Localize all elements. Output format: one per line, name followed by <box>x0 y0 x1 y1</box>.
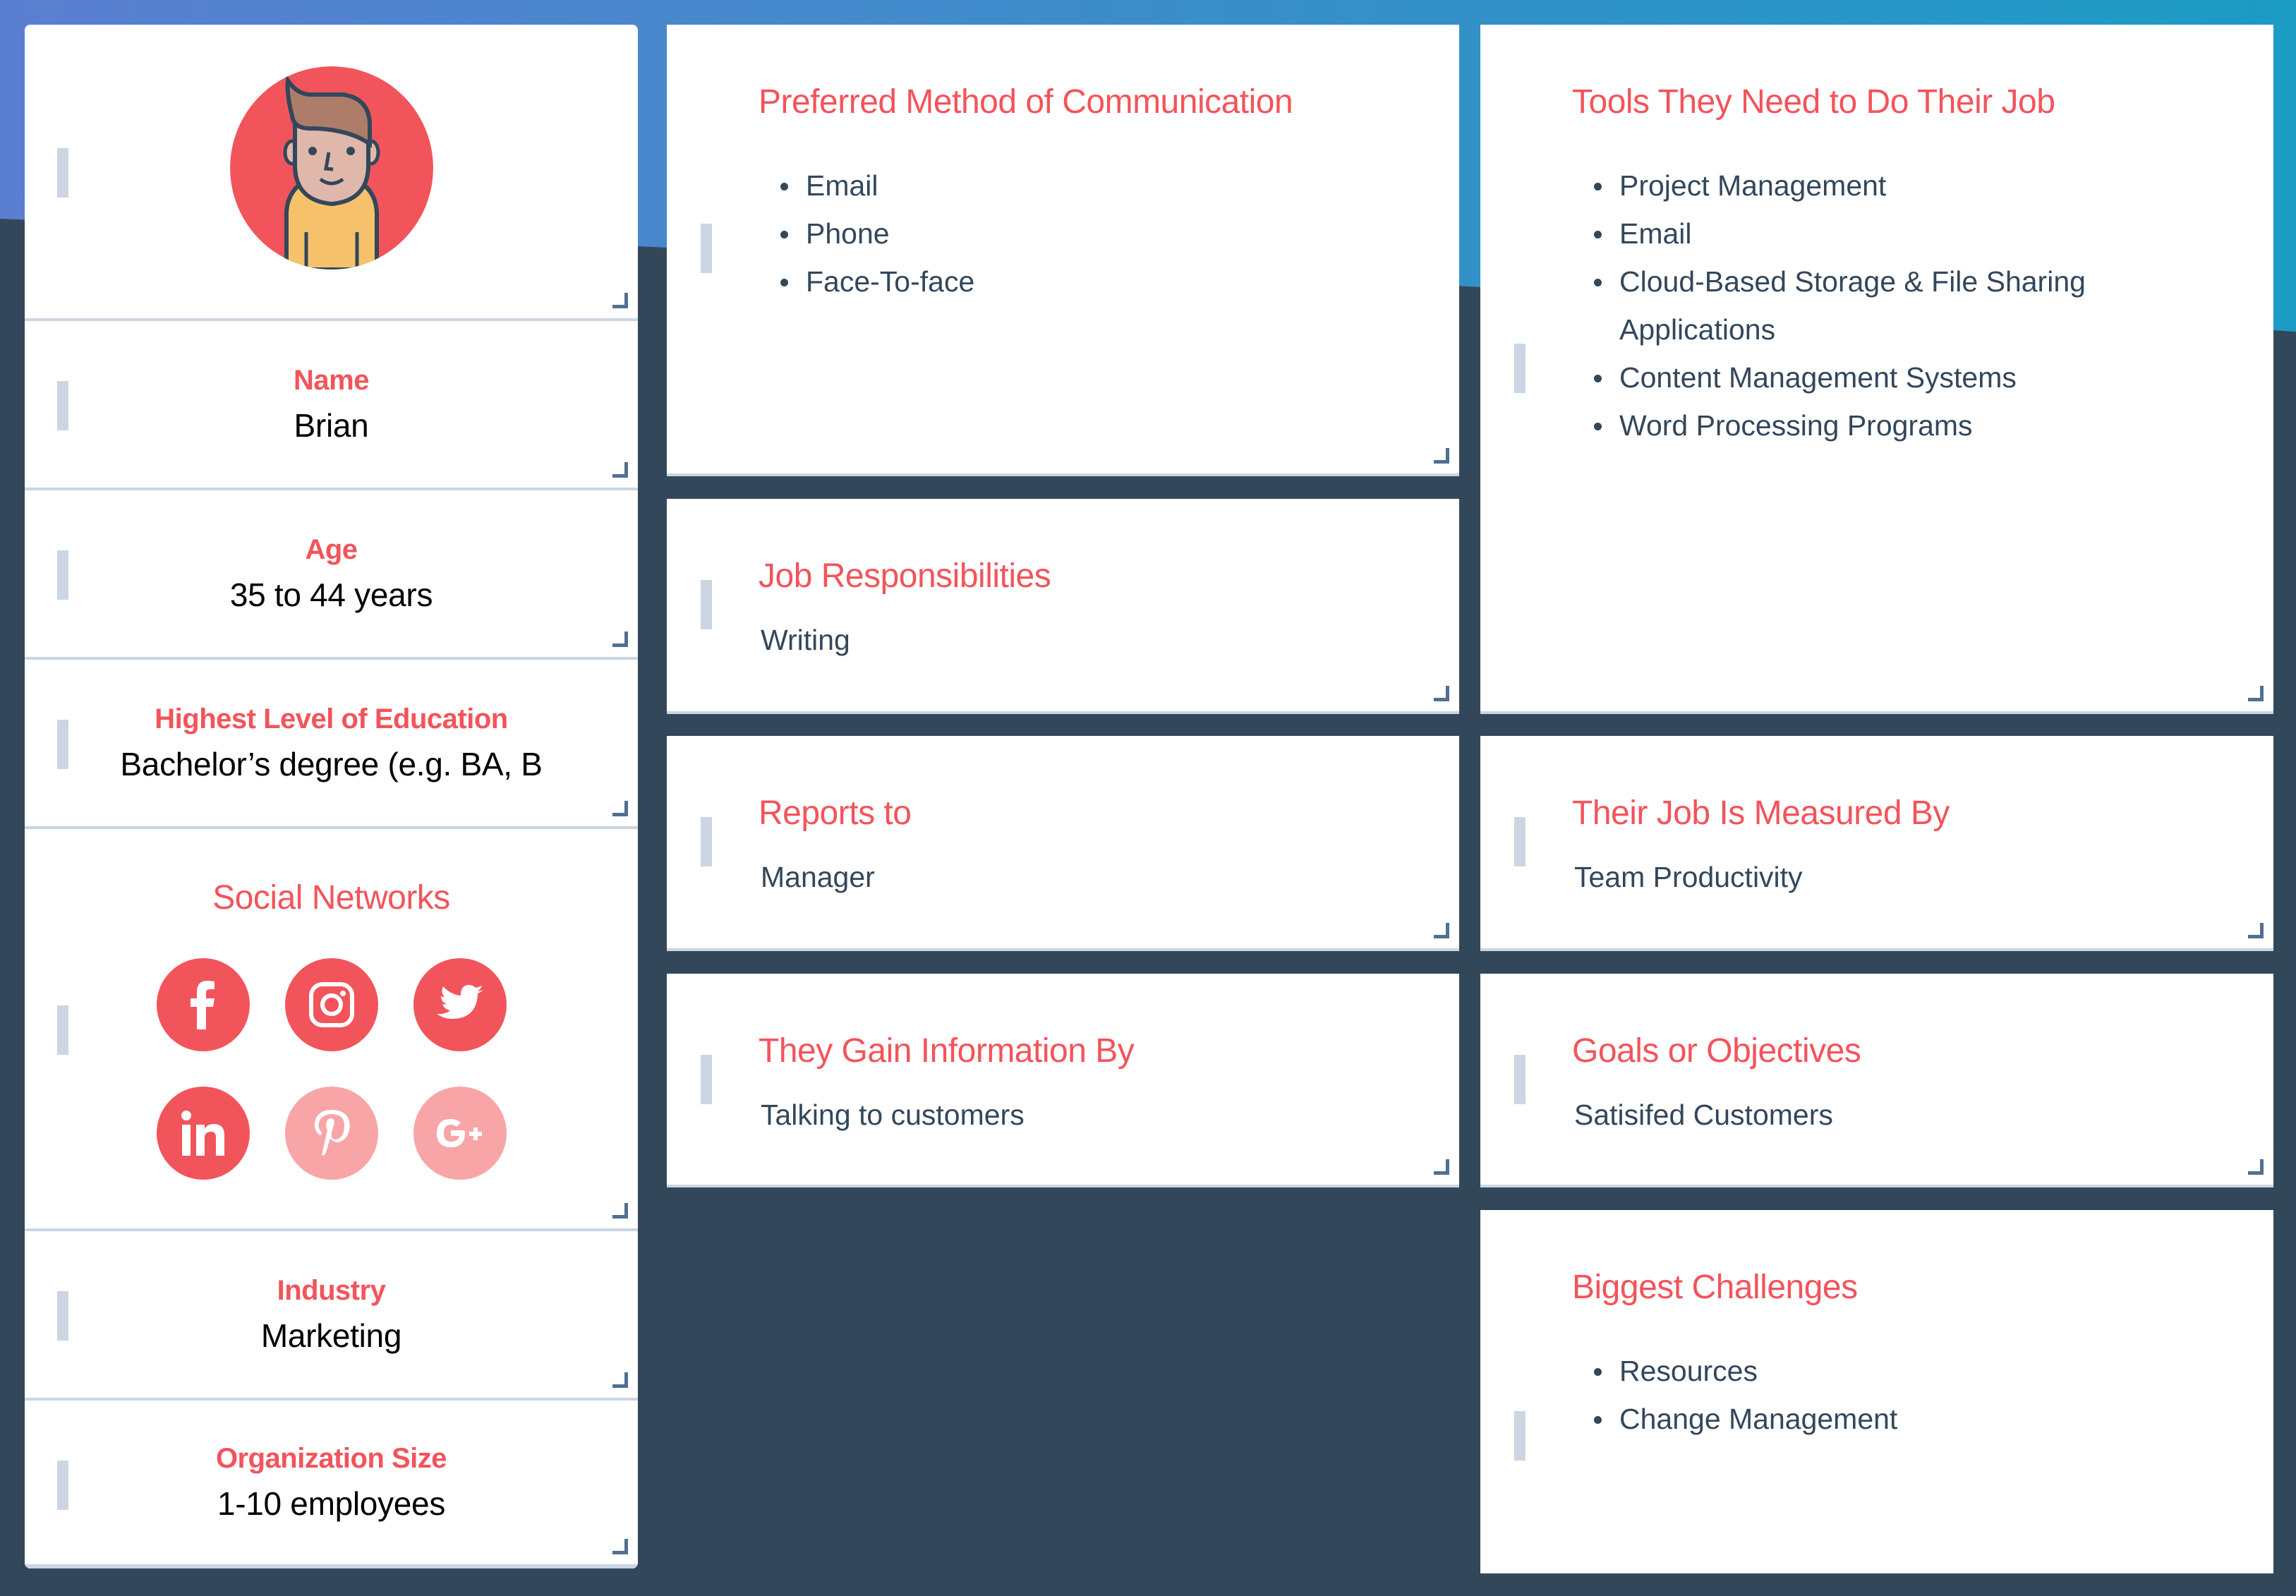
resize-handle-icon[interactable] <box>612 293 628 308</box>
resize-handle-icon[interactable] <box>2248 686 2264 701</box>
resize-handle-icon[interactable] <box>612 631 628 647</box>
drag-handle-icon[interactable] <box>57 1291 68 1341</box>
name-value: Brian <box>294 406 369 444</box>
persona-avatar-icon[interactable] <box>229 66 433 270</box>
communication-list: Email Phone Face-To-face <box>761 162 974 306</box>
drag-handle-icon[interactable] <box>1514 344 1525 393</box>
organization-size-label: Organization Size <box>215 1442 447 1474</box>
list-item: Phone <box>780 210 974 258</box>
resize-handle-icon[interactable] <box>2248 923 2264 938</box>
list-item: Cloud-Based Storage & File Sharing Appli… <box>1594 258 2156 353</box>
list-item: Email <box>1594 210 2156 258</box>
challenges-title: Biggest Challenges <box>1572 1269 1858 1306</box>
resize-handle-icon[interactable] <box>1434 923 1449 938</box>
information-source-value: Talking to customers <box>761 1099 1025 1131</box>
drag-handle-icon[interactable] <box>1514 817 1525 866</box>
reports-to-title: Reports to <box>759 794 912 832</box>
reports-to-value: Manager <box>761 861 875 893</box>
reports-to-card[interactable]: Reports to Manager <box>667 736 1459 951</box>
avatar-module[interactable] <box>25 25 638 321</box>
list-item: Resources <box>1593 1347 1897 1395</box>
education-value: Bachelor’s degree (e.g. BA, B <box>120 745 543 782</box>
resize-handle-icon[interactable] <box>612 1539 628 1554</box>
name-label: Name <box>294 364 369 396</box>
drag-handle-icon[interactable] <box>57 1461 68 1510</box>
resize-handle-icon[interactable] <box>612 462 628 478</box>
drag-handle-icon[interactable] <box>57 1005 68 1055</box>
drag-handle-icon[interactable] <box>701 580 712 629</box>
job-responsibilities-card[interactable]: Job Responsibilities Writing <box>667 499 1459 714</box>
drag-handle-icon[interactable] <box>1514 1411 1525 1461</box>
age-label: Age <box>305 533 358 565</box>
education-module[interactable]: Highest Level of Education Bachelor’s de… <box>25 660 638 829</box>
organization-size-value: 1-10 employees <box>217 1485 446 1522</box>
resize-handle-icon[interactable] <box>612 1372 628 1388</box>
industry-module[interactable]: Industry Marketing <box>25 1231 638 1401</box>
drag-handle-icon[interactable] <box>57 148 68 198</box>
drag-handle-icon[interactable] <box>701 817 712 866</box>
list-item: Change Management <box>1593 1395 1897 1443</box>
challenges-card[interactable]: Biggest Challenges Resources Change Mana… <box>1480 1210 2273 1573</box>
name-module[interactable]: Name Brian <box>25 321 638 490</box>
communication-card[interactable]: Preferred Method of Communication Email … <box>667 25 1459 476</box>
drag-handle-icon[interactable] <box>57 381 68 430</box>
challenges-list: Resources Change Management <box>1574 1347 1897 1443</box>
drag-handle-icon[interactable] <box>57 720 68 769</box>
drag-handle-icon[interactable] <box>57 550 68 600</box>
job-responsibilities-value: Writing <box>761 624 850 656</box>
job-measured-by-card[interactable]: Their Job Is Measured By Team Productivi… <box>1480 736 2273 951</box>
goals-title: Goals or Objectives <box>1572 1032 1861 1070</box>
tools-list: Project Management Email Cloud-Based Sto… <box>1574 162 2156 449</box>
information-source-title: They Gain Information By <box>759 1032 1135 1070</box>
list-item: Content Management Systems <box>1594 353 2156 401</box>
resize-handle-icon[interactable] <box>2248 1159 2264 1175</box>
list-item: Word Processing Programs <box>1594 401 2156 449</box>
drag-handle-icon[interactable] <box>1514 1055 1525 1104</box>
education-label: Highest Level of Education <box>155 703 508 734</box>
google-plus-icon[interactable] <box>413 1086 507 1180</box>
instagram-icon[interactable] <box>284 957 378 1051</box>
list-item: Email <box>780 162 974 210</box>
list-item: Project Management <box>1594 162 2156 210</box>
information-source-card[interactable]: They Gain Information By Talking to cust… <box>667 974 1459 1187</box>
persona-profile-column: Name Brian Age 35 to 44 years Highest Le… <box>25 25 638 1568</box>
facebook-icon[interactable] <box>156 957 250 1051</box>
resize-handle-icon[interactable] <box>1434 686 1449 701</box>
resize-handle-icon[interactable] <box>1434 448 1449 464</box>
tools-card[interactable]: Tools They Need to Do Their Job Project … <box>1480 25 2273 714</box>
age-value: 35 to 44 years <box>229 576 433 613</box>
social-network-icons <box>156 957 507 1180</box>
goals-value: Satisifed Customers <box>1574 1099 1833 1131</box>
linkedin-icon[interactable] <box>156 1086 250 1180</box>
drag-handle-icon[interactable] <box>701 1055 712 1104</box>
age-module[interactable]: Age 35 to 44 years <box>25 490 638 660</box>
resize-handle-icon[interactable] <box>612 1203 628 1219</box>
job-measured-by-title: Their Job Is Measured By <box>1572 794 1950 832</box>
organization-size-module[interactable]: Organization Size 1-10 employees <box>25 1401 638 1568</box>
drag-handle-icon[interactable] <box>701 224 712 273</box>
industry-label: Industry <box>277 1274 386 1306</box>
job-measured-by-value: Team Productivity <box>1574 861 1803 893</box>
tools-title: Tools They Need to Do Their Job <box>1572 83 2055 121</box>
social-networks-module[interactable]: Social Networks <box>25 829 638 1231</box>
industry-value: Marketing <box>260 1317 402 1354</box>
resize-handle-icon[interactable] <box>1434 1159 1449 1175</box>
goals-card[interactable]: Goals or Objectives Satisifed Customers <box>1480 974 2273 1187</box>
social-networks-label: Social Networks <box>212 878 450 917</box>
twitter-icon[interactable] <box>413 957 507 1051</box>
list-item: Face-To-face <box>780 258 974 306</box>
resize-handle-icon[interactable] <box>612 801 628 816</box>
pinterest-icon[interactable] <box>284 1086 378 1180</box>
communication-title: Preferred Method of Communication <box>759 83 1293 121</box>
job-responsibilities-title: Job Responsibilities <box>759 557 1051 595</box>
